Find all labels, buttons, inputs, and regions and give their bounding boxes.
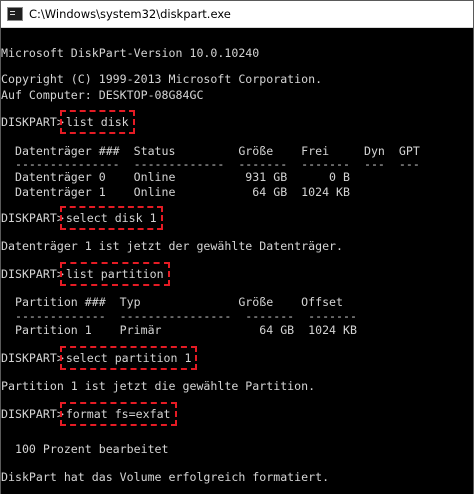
- format-progress: 100 Prozent bearbeitet: [1, 442, 169, 456]
- select-partition-result: Partition 1 ist jetzt die gewählte Parti…: [1, 379, 316, 393]
- table-row: Partition 1 Primär 64 GB 1024 KB: [1, 323, 357, 337]
- console-window: C:\Windows\system32\diskpart.exe Microso…: [0, 0, 474, 494]
- console-output[interactable]: Microsoft DiskPart-Version 10.0.10240 Co…: [1, 28, 473, 494]
- command-select-disk: select disk 1: [59, 206, 163, 230]
- prompt-line: DISKPART> list partition: [1, 262, 170, 286]
- select-disk-result: Datenträger 1 ist jetzt der gewählte Dat…: [1, 239, 344, 253]
- prompt: DISKPART>: [1, 267, 64, 281]
- prompt-line: DISKPART> format fs=exfat: [1, 402, 177, 426]
- console-icon: [7, 7, 23, 21]
- title-bar[interactable]: C:\Windows\system32\diskpart.exe: [1, 1, 473, 28]
- prompt: DISKPART>: [1, 115, 64, 129]
- command-list-partition: list partition: [59, 262, 170, 286]
- prompt-line: DISKPART> list disk: [1, 110, 135, 134]
- version-line: Microsoft DiskPart-Version 10.0.10240: [1, 46, 260, 60]
- prompt: DISKPART>: [1, 211, 64, 225]
- computer-line: Auf Computer: DESKTOP-08G84GC: [1, 88, 204, 102]
- format-result: DiskPart hat das Volume erfolgreich form…: [1, 470, 330, 484]
- table-row: Datenträger 0 Online 931 GB 0 B: [1, 170, 351, 184]
- command-format: format fs=exfat: [59, 402, 177, 426]
- copyright-line: Copyright (C) 1999-2013 Microsoft Corpor…: [1, 72, 323, 86]
- table-row: Datenträger 1 Online 64 GB 1024 KB: [1, 185, 351, 199]
- prompt: DISKPART>: [1, 407, 64, 421]
- prompt-line: DISKPART> select partition 1: [1, 346, 198, 370]
- prompt-line: DISKPART> select disk 1: [1, 206, 163, 230]
- command-select-partition: select partition 1: [59, 346, 198, 370]
- window-title: C:\Windows\system32\diskpart.exe: [29, 7, 231, 21]
- command-list-disk: list disk: [59, 110, 135, 134]
- prompt: DISKPART>: [1, 351, 64, 365]
